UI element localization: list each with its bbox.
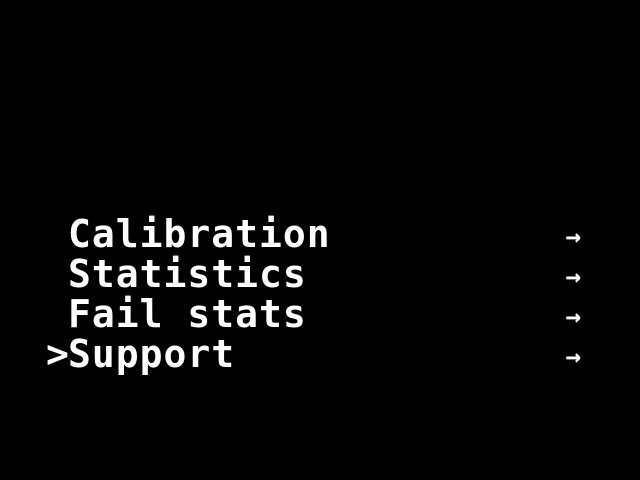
arrow-right-icon: →: [565, 342, 582, 372]
menu-item-calibration[interactable]: Calibration →: [46, 214, 586, 254]
arrow-right-icon: →: [565, 222, 582, 252]
menu-item-label: Statistics: [68, 252, 307, 296]
menu-item-label: Fail stats: [68, 292, 307, 336]
menu-item-statistics[interactable]: Statistics →: [46, 254, 586, 294]
selection-cursor-icon: >: [46, 332, 70, 376]
arrow-right-icon: →: [565, 302, 582, 332]
menu-item-label: Support: [68, 332, 236, 376]
arrow-right-icon: →: [565, 262, 582, 292]
menu-item-fail-stats[interactable]: Fail stats →: [46, 294, 586, 334]
menu-item-support[interactable]: > Support →: [46, 334, 586, 374]
menu-screen: Calibration → Statistics → Fail stats → …: [0, 0, 640, 480]
menu-item-label: Calibration: [68, 212, 331, 256]
settings-menu: Calibration → Statistics → Fail stats → …: [46, 214, 586, 374]
